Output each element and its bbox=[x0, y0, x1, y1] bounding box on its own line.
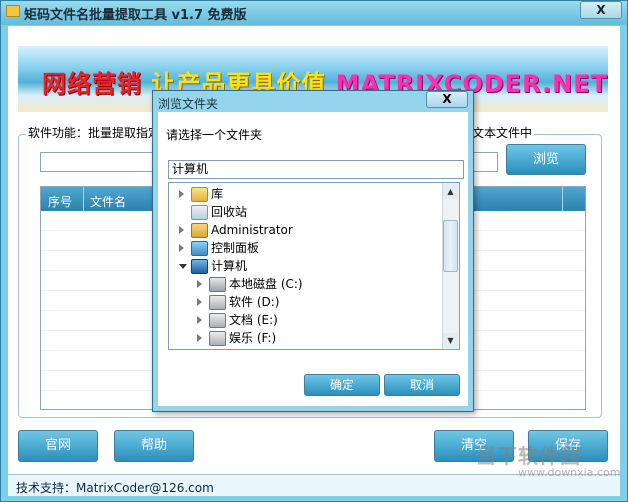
tree-item-label: 软件 (D:) bbox=[229, 295, 280, 309]
banner-text-1: 网络营销 bbox=[42, 70, 142, 98]
website-button[interactable]: 官网 bbox=[18, 430, 98, 462]
tree-item-label: 本地磁盘 (C:) bbox=[229, 277, 303, 291]
watermark: 当下软件园 bbox=[476, 444, 581, 468]
tree-item[interactable]: Administrator bbox=[169, 221, 441, 239]
tree-item[interactable]: 库 bbox=[169, 185, 441, 203]
expand-arrow-icon[interactable] bbox=[197, 298, 202, 306]
expand-arrow-icon[interactable] bbox=[179, 190, 184, 198]
window-title: 矩码文件名批量提取工具 v1.7 免费版 bbox=[24, 8, 247, 23]
tree-item-label: Administrator bbox=[211, 223, 293, 237]
tree-item[interactable]: 控制面板 bbox=[169, 239, 441, 257]
column-divider[interactable] bbox=[562, 187, 563, 211]
tree-item-label: 文档 (E:) bbox=[229, 313, 278, 327]
system-drive-icon bbox=[209, 277, 226, 292]
column-header-filename[interactable]: 文件名 bbox=[90, 193, 126, 210]
control-panel-icon bbox=[191, 241, 208, 256]
expand-arrow-icon[interactable] bbox=[197, 280, 202, 288]
expand-arrow-icon[interactable] bbox=[197, 316, 202, 324]
tree-item[interactable]: 文档 (E:) bbox=[169, 311, 441, 329]
recycle-bin-icon bbox=[191, 205, 208, 220]
support-contact: 技术支持：MatrixCoder@126.com bbox=[16, 481, 214, 495]
column-divider[interactable] bbox=[83, 187, 84, 211]
expand-arrow-icon[interactable] bbox=[179, 244, 184, 252]
tree-item-label: 库 bbox=[211, 187, 224, 201]
column-header-index[interactable]: 序号 bbox=[48, 193, 72, 210]
ok-button[interactable]: 确定 bbox=[304, 374, 380, 396]
browse-button[interactable]: 浏览 bbox=[506, 144, 586, 175]
tree-item-label: 娱乐 (F:) bbox=[229, 331, 277, 345]
feature-label-tail: 文本文件中 bbox=[470, 124, 535, 141]
tree-item[interactable]: 娱乐 (F:) bbox=[169, 329, 441, 347]
dialog-title: 浏览文件夹 bbox=[158, 97, 219, 111]
computer-icon bbox=[191, 259, 208, 274]
folder-icon bbox=[6, 5, 20, 17]
scroll-up-arrow-icon[interactable]: ▲ bbox=[443, 184, 458, 199]
tree-item[interactable]: 软件 (D:) bbox=[169, 293, 441, 311]
watermark-url: www.downxia.com bbox=[518, 466, 621, 479]
expand-arrow-icon[interactable] bbox=[179, 226, 184, 234]
feature-label: 软件功能：批量提取指定 bbox=[26, 124, 163, 141]
collapse-arrow-icon[interactable] bbox=[179, 264, 187, 269]
tree-item-label: 计算机 bbox=[211, 259, 248, 273]
tree-item-label: 控制面板 bbox=[211, 241, 260, 255]
drive-icon bbox=[209, 295, 226, 310]
dialog-close-button[interactable]: X bbox=[426, 91, 468, 108]
tree-item-label: 回收站 bbox=[211, 205, 248, 219]
library-folder-icon bbox=[191, 187, 208, 202]
drive-icon bbox=[209, 313, 226, 328]
dialog-prompt: 请选择一个文件夹 bbox=[166, 128, 263, 142]
cancel-button[interactable]: 取消 bbox=[384, 374, 460, 396]
tree-item[interactable]: 计算机 bbox=[169, 257, 441, 275]
tree-item[interactable]: 本地磁盘 (C:) bbox=[169, 275, 441, 293]
tree-item[interactable]: 回收站 bbox=[169, 203, 441, 221]
scroll-thumb[interactable] bbox=[443, 220, 458, 272]
expand-arrow-icon[interactable] bbox=[197, 334, 202, 342]
folder-tree[interactable]: 库回收站 Administrator 控制面板计算机本地磁盘 (C:) 软件 (D:)… bbox=[168, 182, 460, 350]
help-button[interactable]: 帮助 bbox=[114, 430, 194, 462]
drive-icon bbox=[209, 331, 226, 346]
selected-folder-field[interactable]: 计算机 bbox=[168, 160, 464, 179]
window-close-button[interactable]: X bbox=[580, 1, 622, 19]
scroll-down-arrow-icon[interactable]: ▼ bbox=[443, 333, 458, 348]
user-folder-icon bbox=[191, 223, 208, 238]
